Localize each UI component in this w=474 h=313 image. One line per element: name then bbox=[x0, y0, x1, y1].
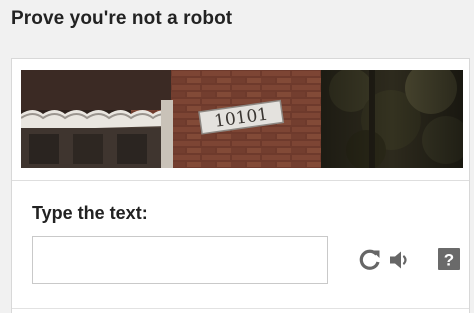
captcha-dialog: Prove you're not a robot 10101 Type the … bbox=[0, 0, 474, 313]
audio-button[interactable] bbox=[387, 247, 413, 273]
help-button[interactable]: ? bbox=[437, 247, 463, 273]
captcha-tools: ? bbox=[357, 247, 461, 273]
captcha-answer-input[interactable] bbox=[32, 236, 328, 284]
refresh-icon bbox=[359, 249, 380, 270]
prompt-label: Type the text: bbox=[32, 203, 148, 223]
svg-text:?: ? bbox=[444, 251, 454, 270]
dialog-title: Prove you're not a robot bbox=[11, 8, 233, 29]
captcha-image: 10101 bbox=[21, 70, 463, 168]
divider bbox=[12, 180, 469, 181]
captcha-card: 10101 Type the text: ? bbox=[11, 58, 470, 313]
refresh-button[interactable] bbox=[357, 247, 383, 273]
help-icon: ? bbox=[438, 248, 460, 270]
audio-icon bbox=[390, 251, 407, 269]
footer-divider bbox=[12, 308, 469, 309]
